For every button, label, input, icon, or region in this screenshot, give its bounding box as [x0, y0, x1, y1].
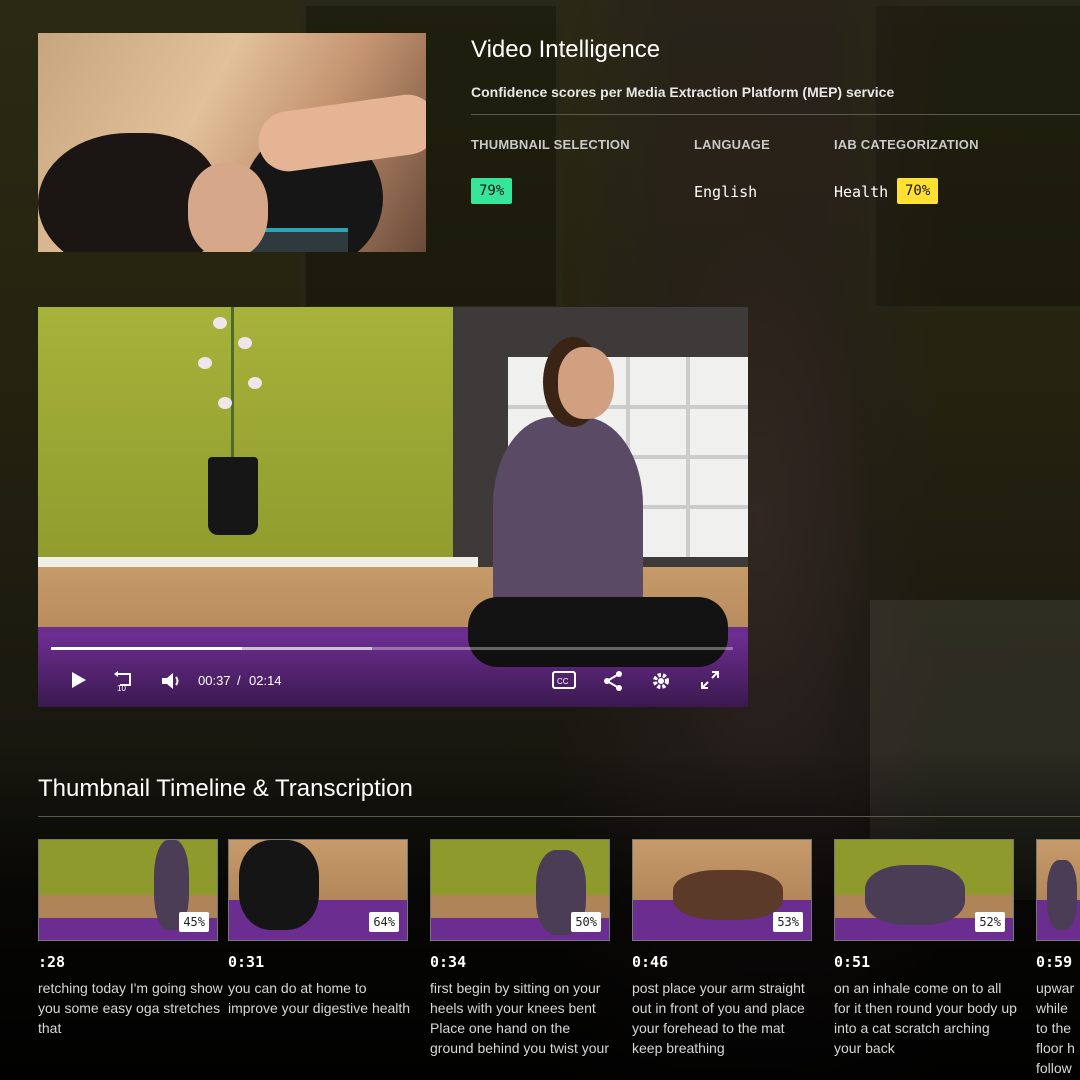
timeline-thumbnail[interactable]: 50% — [430, 839, 610, 941]
timeline-thumbnail[interactable]: 53% — [632, 839, 812, 941]
divider — [471, 114, 1080, 115]
timeline-section-title: Thumbnail Timeline & Transcription — [38, 775, 413, 802]
progress-bar[interactable] — [51, 647, 733, 650]
selected-thumbnail — [38, 33, 426, 252]
iab-category-value: Health — [834, 183, 889, 201]
thumbnail-score-badge: 79% — [471, 178, 513, 204]
confidence-badge: 45% — [179, 912, 209, 932]
play-icon[interactable] — [68, 670, 88, 695]
timeline-thumbnail[interactable]: 52% — [834, 839, 1014, 941]
timeline-thumbnail[interactable]: 45% — [38, 839, 218, 941]
closed-captions-icon[interactable]: CC — [552, 670, 576, 695]
iab-categorization-label: IAB CATEGORIZATION — [834, 137, 979, 152]
rewind-10-icon[interactable]: 10 — [112, 670, 136, 697]
confidence-badge: 64% — [369, 912, 399, 932]
progress-played — [51, 647, 242, 650]
svg-text:CC: CC — [557, 677, 569, 686]
timeline-thumbnail[interactable]: 64% — [228, 839, 408, 941]
timestamp[interactable]: 0:51 — [834, 953, 870, 971]
confidence-badge: 50% — [571, 912, 601, 932]
transcript-text: upwar while to the floor h follow — [1036, 980, 1075, 1076]
share-icon[interactable] — [602, 670, 624, 697]
timestamp[interactable]: 0:46 — [632, 953, 668, 971]
timestamp[interactable]: 0:31 — [228, 953, 264, 971]
volume-icon[interactable] — [160, 670, 184, 697]
current-time: 00:37 — [198, 673, 231, 688]
settings-icon[interactable] — [650, 670, 672, 697]
fullscreen-icon[interactable] — [700, 670, 720, 695]
divider — [38, 816, 1080, 817]
confidence-badge: 52% — [975, 912, 1005, 932]
transcript-text: on an inhale come on to all for it then … — [834, 980, 1017, 1056]
page-subtitle: Confidence scores per Media Extraction P… — [471, 84, 895, 100]
time-separator: / — [237, 673, 241, 688]
timestamp[interactable]: 0:34 — [430, 953, 466, 971]
language-value: English — [694, 183, 758, 201]
page-title: Video Intelligence — [471, 36, 661, 63]
transcript-text: first begin by sitting on your heels wit… — [430, 980, 609, 1056]
confidence-badge: 53% — [773, 912, 803, 932]
timestamp[interactable]: :28 — [38, 953, 65, 971]
svg-text:10: 10 — [117, 684, 126, 692]
language-label: LANGUAGE — [694, 137, 770, 152]
duration: 02:14 — [249, 673, 282, 688]
timestamp[interactable]: 0:59 — [1036, 953, 1080, 971]
timeline-thumbnail[interactable] — [1036, 839, 1080, 941]
thumbnail-selection-label: THUMBNAIL SELECTION — [471, 137, 630, 152]
transcript-text: retching today I'm going show you some e… — [38, 980, 223, 1036]
transcript-text: you can do at home to improve your diges… — [228, 980, 411, 1016]
iab-score-badge: 70% — [897, 178, 939, 204]
video-player[interactable]: 10 00:37 / 02:14 CC — [38, 307, 748, 707]
transcript-text: post place your arm straight out in fron… — [632, 980, 805, 1056]
